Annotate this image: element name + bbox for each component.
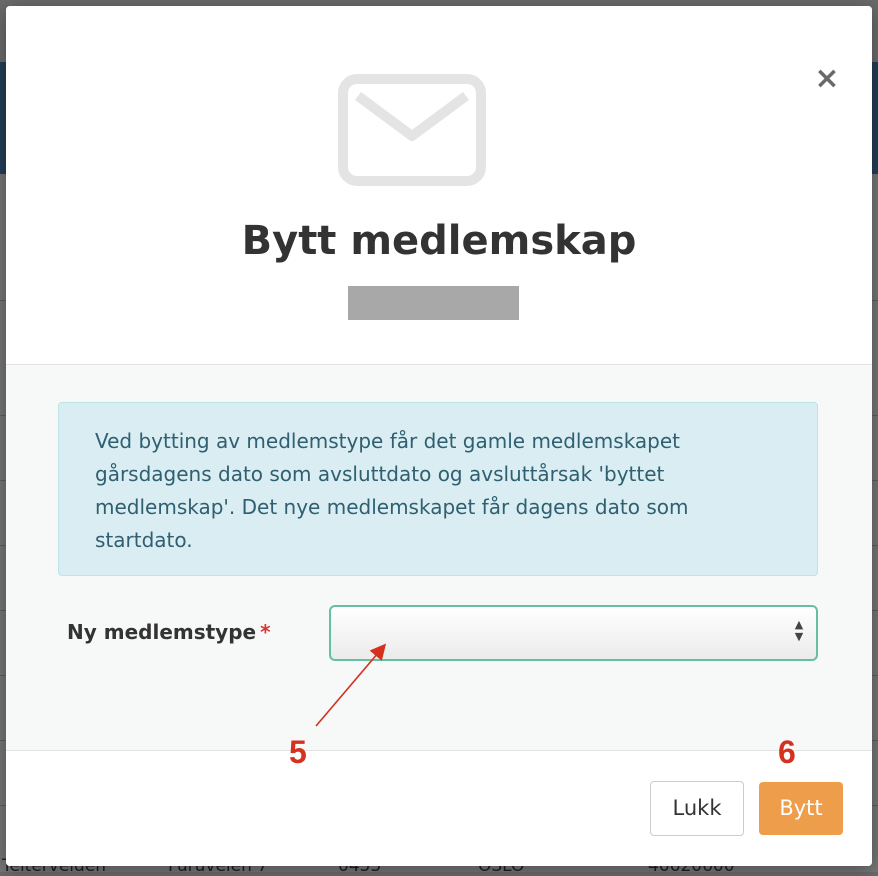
dialog-body: Ved bytting av medlemstype får det gamle… [6, 365, 872, 750]
membership-type-label-text: Ny medlemstype [67, 620, 257, 644]
select-arrows-icon: ▲ ▼ [794, 618, 804, 643]
envelope-icon [338, 74, 486, 186]
info-alert: Ved bytting av medlemstype får det gamle… [58, 402, 818, 576]
membership-type-label: Ny medlemstype * [67, 620, 271, 644]
required-marker: * [260, 620, 271, 644]
dialog-footer: Lukk Bytt [6, 750, 872, 866]
dialog-header: × Bytt medlemskap [6, 6, 872, 365]
close-icon[interactable]: × [812, 64, 842, 94]
annotation-step-6: 6 [778, 734, 796, 770]
membership-type-select[interactable]: ▲ ▼ [329, 605, 818, 661]
annotation-step-5: 5 [289, 734, 307, 770]
dialog-title: Bytt medlemskap [241, 218, 637, 264]
redacted-member-name [348, 286, 519, 320]
change-membership-dialog: × Bytt medlemskap Ved bytting av medlems… [6, 6, 872, 866]
swap-button[interactable]: Bytt [759, 782, 843, 835]
close-button[interactable]: Lukk [650, 781, 744, 836]
